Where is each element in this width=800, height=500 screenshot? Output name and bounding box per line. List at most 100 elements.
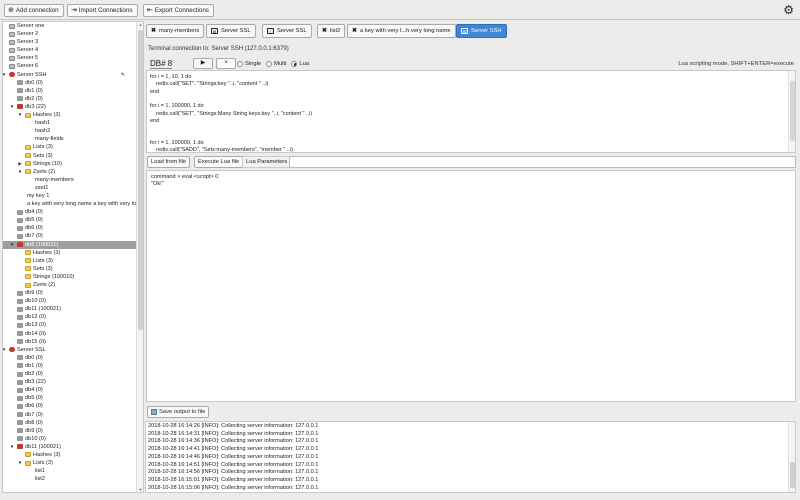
tree-row-db[interactable]: db9 (0)	[3, 289, 137, 297]
expand-arrow-icon[interactable]: ▼	[3, 71, 7, 79]
expand-arrow-icon[interactable]: ▼	[9, 103, 15, 111]
tree-row-folder[interactable]: ▼ Zsets (2)	[3, 168, 137, 176]
tree-row-folder[interactable]: Lists (3)	[3, 257, 137, 265]
tree-row-db[interactable]: db11 (100021)	[3, 305, 137, 313]
log-scroll-thumb[interactable]	[790, 462, 795, 488]
run-button[interactable]: ▶	[193, 58, 213, 69]
mode-radio-single[interactable]: Single	[237, 60, 261, 68]
expand-arrow-icon[interactable]: ▼	[9, 241, 15, 249]
tree-row-key[interactable]: hash2	[3, 127, 137, 135]
editor-scrollbar[interactable]	[788, 71, 795, 152]
sidebar-scrollbar[interactable]: ▲ ▼	[136, 22, 143, 492]
tree-row-folder[interactable]: Hashes (3)	[3, 249, 137, 257]
sidebar-scroll-thumb[interactable]	[138, 30, 143, 330]
tree-row-db[interactable]: db5 (0)	[3, 394, 137, 402]
scroll-down-icon[interactable]: ▼	[137, 487, 143, 492]
tree-row-folder[interactable]: ▼ Hashes (3)	[3, 111, 137, 119]
tree-row-db[interactable]: db10 (0)	[3, 435, 137, 443]
lua-editor[interactable]: for i = 1, 10, 1 do redis.call("SET", "S…	[146, 70, 796, 153]
tree-row-db[interactable]: db4 (0)	[3, 208, 137, 216]
tree-row-key[interactable]: many-fields	[3, 135, 137, 143]
tree-row-server[interactable]: Server one	[3, 22, 137, 30]
tree-row-key[interactable]: list1	[3, 467, 137, 475]
info-icon[interactable]: ⓘ	[267, 28, 274, 34]
tree-row-db[interactable]: db0 (0)	[3, 354, 137, 362]
tree-row-key[interactable]: my key 1	[3, 192, 137, 200]
tree-row-key[interactable]: zset1	[3, 184, 137, 192]
tree-row-key[interactable]: hash1	[3, 119, 137, 127]
tree-row-server[interactable]: Server 4	[3, 46, 137, 54]
editor-scroll-thumb[interactable]	[790, 81, 795, 141]
expand-arrow-icon[interactable]: ▼	[17, 168, 23, 176]
tab-5[interactable]: ▤ Server SSH	[456, 24, 507, 38]
tree-row-db-open[interactable]: ▼ db8 (100021)	[3, 240, 137, 249]
tree-row-db[interactable]: db0 (0)	[3, 79, 137, 87]
tree-row-db[interactable]: db2 (0)	[3, 370, 137, 378]
tree-row-db-open[interactable]: ▼ db11 (100021)	[3, 443, 137, 451]
close-icon[interactable]: ✖	[151, 25, 156, 37]
tree-row-key[interactable]: list2	[3, 475, 137, 483]
expand-arrow-icon[interactable]: ▼	[17, 459, 23, 467]
export-connections-button[interactable]: ⇤ Export Connections	[143, 4, 214, 17]
save-output-button[interactable]: Save output to file	[147, 406, 210, 418]
tree-row-server-open[interactable]: ▼ Server SSL	[3, 346, 137, 354]
tree-row-server[interactable]: Server 3	[3, 38, 137, 46]
tree-row-db[interactable]: db12 (0)	[3, 313, 137, 321]
tree-row-db[interactable]: db1 (0)	[3, 362, 137, 370]
tree-row-db[interactable]: db4 (0)	[3, 386, 137, 394]
tab-1[interactable]: ▤ Server SSL	[206, 24, 256, 38]
load-from-file-button[interactable]: Load from file	[147, 156, 191, 168]
radio-dot[interactable]	[266, 61, 273, 67]
gear-icon[interactable]: ⚙	[783, 4, 794, 16]
tree-row-db[interactable]: db3 (22)	[3, 378, 137, 386]
tree-row-db[interactable]: db14 (0)	[3, 330, 137, 338]
mode-radio-lua[interactable]: Lua	[291, 60, 309, 68]
scroll-up-icon[interactable]: ▲	[137, 22, 143, 27]
tree-row-folder[interactable]: ▼ Lists (3)	[3, 459, 137, 467]
console-icon[interactable]: ▤	[461, 28, 468, 34]
tree-row-db[interactable]: db6 (0)	[3, 224, 137, 232]
tree-row-db[interactable]: db7 (0)	[3, 411, 137, 419]
tree-row-db-open[interactable]: ▼ db3 (22)	[3, 103, 137, 111]
expand-arrow-icon[interactable]: ▼	[17, 111, 23, 119]
tree-row-server[interactable]: Server 5	[3, 54, 137, 62]
tree-row-db[interactable]: db7 (0)	[3, 232, 137, 240]
log-scrollbar[interactable]	[788, 422, 795, 492]
tree-row-folder[interactable]: Strings (100010)	[3, 273, 137, 281]
tree-row-db[interactable]: db1 (0)	[3, 87, 137, 95]
tab-2[interactable]: ⓘ Server SSL	[262, 24, 312, 38]
console-icon[interactable]: ▤	[211, 28, 218, 34]
tree-row-db[interactable]: db9 (0)	[3, 427, 137, 435]
tree-row-server-open[interactable]: ▼ Server SSH ✎	[3, 71, 137, 79]
tab-4[interactable]: ✖ a key with very l...h very long name	[347, 24, 456, 38]
tree-row-folder[interactable]: Zsets (2)	[3, 281, 137, 289]
tree-row-db[interactable]: db8 (0)	[3, 419, 137, 427]
tree-row-folder[interactable]: Sets (3)	[3, 265, 137, 273]
radio-dot[interactable]	[237, 61, 243, 67]
expand-arrow-icon[interactable]: ▼	[9, 443, 15, 451]
tree-row-folder[interactable]: Sets (3)	[3, 152, 137, 160]
execute-lua-file-button[interactable]: Execute Lua file	[194, 156, 244, 168]
tree-row-db[interactable]: db10 (0)	[3, 297, 137, 305]
close-icon[interactable]: ✖	[352, 25, 357, 37]
lua-parameters-input[interactable]	[289, 156, 796, 168]
tab-0[interactable]: ✖ many-members	[146, 24, 205, 38]
tree-row-folder[interactable]: ▶ Strings (10)	[3, 160, 137, 168]
tab-3[interactable]: ✖ list2	[317, 24, 346, 38]
tree-row-key[interactable]: a key with very long name a key with ver…	[3, 200, 143, 208]
tree-row-folder[interactable]: Hashes (3)	[3, 451, 137, 459]
pin-icon[interactable]: ✎	[121, 71, 125, 79]
tree-row-folder[interactable]: Lists (3)	[3, 143, 137, 151]
tree-row-db[interactable]: db13 (0)	[3, 321, 137, 329]
tree-row-db[interactable]: db6 (0)	[3, 402, 137, 410]
expand-arrow-icon[interactable]: ▼	[3, 346, 7, 354]
tree-row-server[interactable]: Server 6	[3, 62, 137, 70]
collapse-arrow-icon[interactable]: ▶	[17, 160, 23, 168]
import-connections-button[interactable]: ⇥ Import Connections	[67, 4, 138, 17]
tree-row-server[interactable]: Server 2	[3, 30, 137, 38]
tree-row-db[interactable]: db5 (0)	[3, 216, 137, 224]
tree-row-key[interactable]: many-members	[3, 176, 137, 184]
radio-dot[interactable]	[291, 61, 298, 67]
clear-button[interactable]: ×	[216, 58, 236, 69]
add-connection-button[interactable]: ⊕ Add connection	[4, 4, 64, 17]
